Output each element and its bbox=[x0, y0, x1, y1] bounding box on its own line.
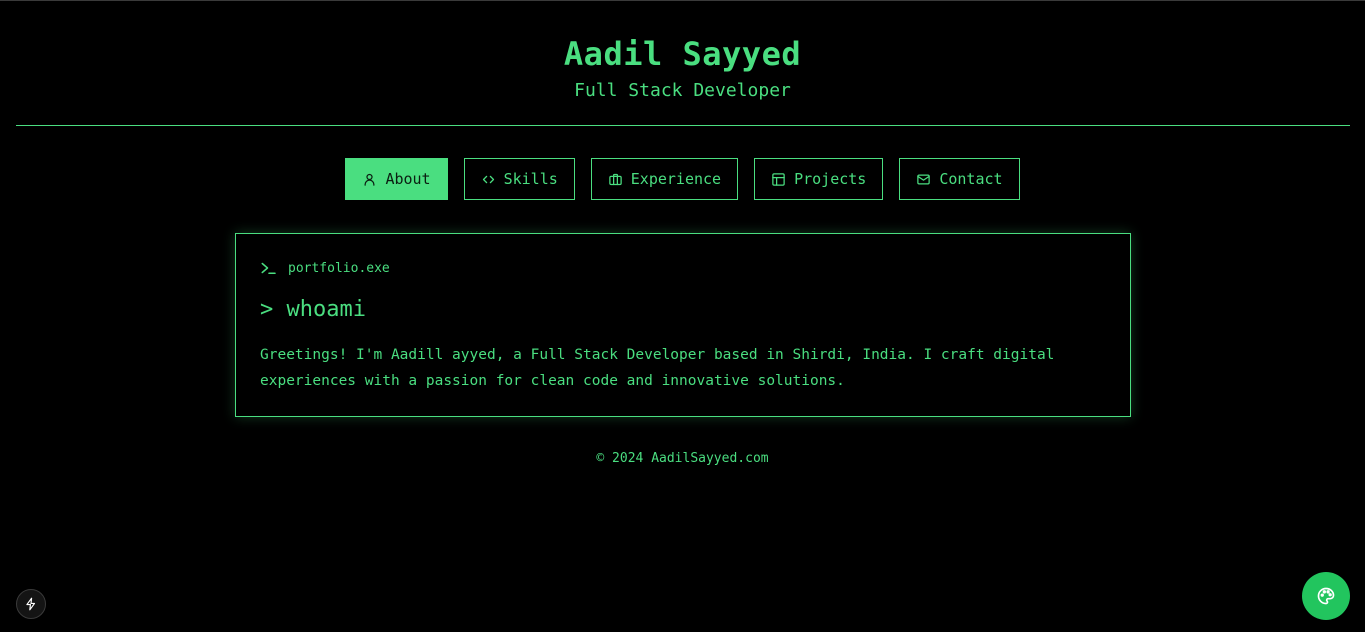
copyright-text: © 2024 AadilSayyed.com bbox=[596, 451, 769, 466]
nav-about-label: About bbox=[385, 170, 431, 188]
terminal-panel: portfolio.exe > whoami Greetings! I'm Aa… bbox=[235, 233, 1131, 417]
user-icon bbox=[364, 173, 375, 186]
terminal-command: > whoami bbox=[260, 297, 366, 322]
site-title: Aadil Sayyed bbox=[563, 35, 802, 73]
site-footer: © 2024 AadilSayyed.com bbox=[0, 451, 1365, 466]
nav-about-button[interactable]: About bbox=[345, 158, 448, 200]
terminal-filename: portfolio.exe bbox=[288, 260, 390, 276]
main-nav: About Skills Experience Projects Contact bbox=[0, 158, 1365, 200]
terminal-icon bbox=[261, 262, 276, 274]
site-header: Aadil Sayyed Full Stack Developer bbox=[0, 1, 1365, 103]
palette-icon bbox=[1317, 587, 1335, 605]
site-subtitle: Full Stack Developer bbox=[574, 80, 791, 101]
nav-projects-label: Projects bbox=[794, 170, 867, 188]
nav-experience-button[interactable]: Experience bbox=[590, 158, 739, 200]
code-icon bbox=[482, 175, 494, 183]
nav-projects-button[interactable]: Projects bbox=[754, 158, 884, 200]
portfolio-page: Aadil Sayyed Full Stack Developer About … bbox=[0, 0, 1365, 632]
layout-icon bbox=[772, 172, 785, 186]
terminal-header: portfolio.exe bbox=[260, 258, 1106, 278]
nav-experience-label: Experience bbox=[630, 170, 722, 188]
bolt-icon bbox=[26, 597, 36, 611]
nav-skills-button[interactable]: Skills bbox=[463, 158, 575, 200]
briefcase-icon bbox=[609, 173, 622, 185]
header-divider bbox=[16, 125, 1350, 126]
nav-contact-button[interactable]: Contact bbox=[899, 158, 1020, 200]
theme-picker-button[interactable] bbox=[1302, 572, 1350, 620]
dev-tools-button[interactable] bbox=[16, 589, 46, 619]
nav-contact-label: Contact bbox=[939, 170, 1003, 188]
terminal-intro-text: Greetings! I'm Aadill ayyed, a Full Stac… bbox=[260, 347, 1055, 389]
nav-skills-label: Skills bbox=[503, 170, 558, 188]
mail-icon bbox=[917, 174, 931, 184]
